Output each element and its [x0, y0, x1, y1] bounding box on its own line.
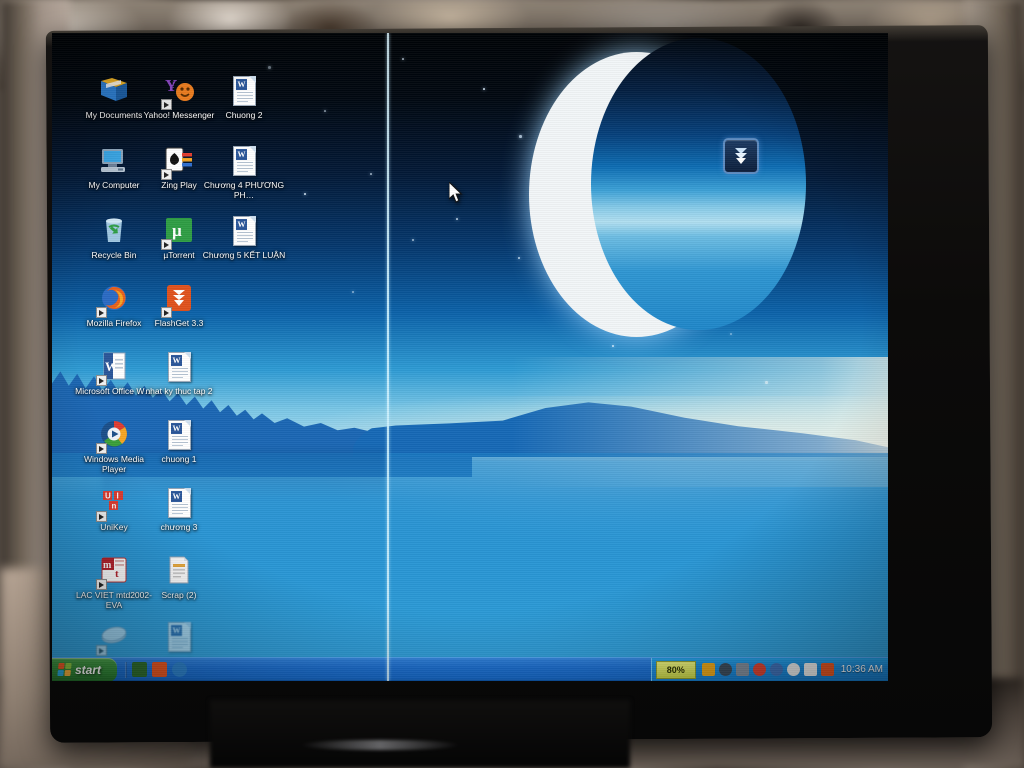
quick-launch-bar[interactable]	[127, 662, 187, 677]
screen-defect-line	[387, 33, 389, 681]
word-document-icon: W	[168, 622, 191, 652]
shortcut-overlay-icon	[96, 443, 107, 454]
word-document-icon: W	[168, 488, 191, 518]
word-document-icon: W	[233, 216, 256, 246]
windows-flag-icon	[57, 663, 71, 676]
star	[412, 239, 414, 241]
recycle-bin-icon	[97, 215, 131, 249]
desktop-icon-ch-ng-3[interactable]: W chương 3	[137, 487, 221, 533]
tray-messenger-icon[interactable]	[753, 663, 766, 676]
monitor-stand-highlight	[300, 740, 460, 750]
shortcut-overlay-icon	[161, 99, 172, 110]
monitor-screen: My Documents Y ! Yahoo! Messenger W Chuo…	[52, 33, 888, 681]
taskbar[interactable]: start 80% 10:36 AM	[52, 657, 888, 681]
word-document-icon: W	[162, 351, 196, 385]
my-computer-icon	[97, 145, 131, 179]
word-document-icon: W	[162, 621, 196, 655]
word-document-icon: W	[233, 146, 256, 176]
desktop-icon-flashget-3-3[interactable]: FlashGet 3.3	[137, 283, 221, 329]
svg-text:t: t	[115, 568, 119, 580]
lac-viet-icon: m t	[97, 555, 131, 589]
shortcut-overlay-icon	[96, 579, 107, 590]
recycle-bin-icon	[98, 215, 130, 245]
desktop-icon-label: FlashGet 3.3	[137, 319, 221, 329]
crescent-moon-graphic	[529, 52, 759, 342]
tray-update-icon[interactable]	[787, 663, 800, 676]
word-document-icon: W	[162, 419, 196, 453]
desktop-icon-chuong-2[interactable]: W Chuong 2	[202, 75, 286, 121]
utorrent-icon: µ	[162, 215, 196, 249]
yahoo-messenger-icon: Y !	[162, 75, 196, 109]
battery-percent-badge[interactable]: 80%	[656, 661, 696, 679]
my-computer-icon	[98, 145, 130, 175]
zing-play-icon	[162, 145, 196, 179]
star	[456, 218, 458, 220]
quick-launch-item-1[interactable]	[132, 662, 147, 677]
word-document-icon: W	[227, 215, 261, 249]
tray-security-icon[interactable]	[702, 663, 715, 676]
shortcut-overlay-icon	[96, 511, 107, 522]
star	[402, 58, 404, 60]
svg-text:m: m	[103, 560, 112, 571]
word-document-icon: W	[233, 76, 256, 106]
desktop-icon-grid: My Documents Y ! Yahoo! Messenger W Chuo…	[52, 33, 372, 653]
tray-icon-group[interactable]	[700, 663, 836, 676]
quick-launch-item-3[interactable]	[172, 662, 187, 677]
desktop-icon-label: Chương 4 PHƯƠNG PH…	[202, 181, 286, 200]
my-documents-icon	[98, 75, 130, 105]
desktop-icon-label: Chương 5 KẾT LUẬN	[202, 251, 286, 261]
desktop-icon-scrap-2[interactable]: Scrap (2)	[137, 555, 221, 601]
monitor-stand	[210, 700, 630, 768]
word-document-icon: W	[168, 352, 191, 382]
disk-shortcut-icon	[97, 621, 131, 655]
shortcut-overlay-icon	[161, 307, 172, 318]
desktop-icon-ch-ng-4-ph-ng-ph[interactable]: W Chương 4 PHƯƠNG PH…	[202, 145, 286, 200]
desktop-icon-label: Scrap (2)	[137, 591, 221, 601]
star	[483, 88, 485, 90]
shortcut-overlay-icon	[161, 239, 172, 250]
desktop-icon-chuong-1[interactable]: W chuong 1	[137, 419, 221, 465]
shortcut-overlay-icon	[96, 375, 107, 386]
tray-alert-icon[interactable]	[821, 663, 834, 676]
unikey-icon: U I n	[97, 487, 131, 521]
shortcut-overlay-icon	[96, 645, 107, 656]
svg-text:W: W	[105, 359, 118, 374]
word-document-icon: W	[227, 75, 261, 109]
shortcut-overlay-icon	[96, 307, 107, 318]
start-button-label: start	[75, 663, 101, 677]
scrap-file-icon	[162, 555, 196, 589]
firefox-icon	[97, 283, 131, 317]
ms-word-icon: W	[97, 351, 131, 385]
svg-text:I: I	[117, 492, 119, 501]
svg-text:n: n	[112, 502, 117, 511]
desktop-icon-label: chuong 1	[137, 455, 221, 465]
system-tray[interactable]: 80% 10:36 AM	[651, 658, 888, 682]
taskbar-clock[interactable]: 10:36 AM	[841, 664, 883, 675]
windows-media-player-icon	[97, 419, 131, 453]
tray-unikey-icon[interactable]	[804, 663, 817, 676]
svg-text:µ: µ	[172, 221, 182, 240]
my-documents-icon	[97, 75, 131, 109]
download-arrow-icon	[730, 145, 752, 167]
start-button[interactable]: start	[52, 658, 117, 682]
word-document-icon: W	[162, 487, 196, 521]
tray-network-icon[interactable]	[736, 663, 749, 676]
word-document-icon: W	[227, 145, 261, 179]
tray-battery-icon[interactable]	[770, 663, 783, 676]
moon-shadow-cutout	[591, 38, 806, 330]
flashget-icon	[162, 283, 196, 317]
shortcut-overlay-icon	[161, 169, 172, 180]
desktop-icon-label: Chuong 2	[202, 111, 286, 121]
desktop-icon-label: chương 3	[137, 523, 221, 533]
desktop-icon-label: nhat ky thuc tap 2	[137, 387, 221, 397]
svg-text:!: !	[172, 80, 175, 90]
desktop-icon-nhat-ky-thuc-tap-2[interactable]: W nhat ky thuc tap 2	[137, 351, 221, 397]
svg-text:U: U	[105, 492, 111, 501]
scrap-file-icon	[163, 555, 195, 585]
flashget-drop-target[interactable]	[723, 138, 759, 174]
desktop-icon-ch-ng-5-k-t-lu-n[interactable]: W Chương 5 KẾT LUẬN	[202, 215, 286, 261]
quick-launch-item-2[interactable]	[152, 662, 167, 677]
word-document-icon: W	[168, 420, 191, 450]
tray-media-icon[interactable]	[719, 663, 732, 676]
